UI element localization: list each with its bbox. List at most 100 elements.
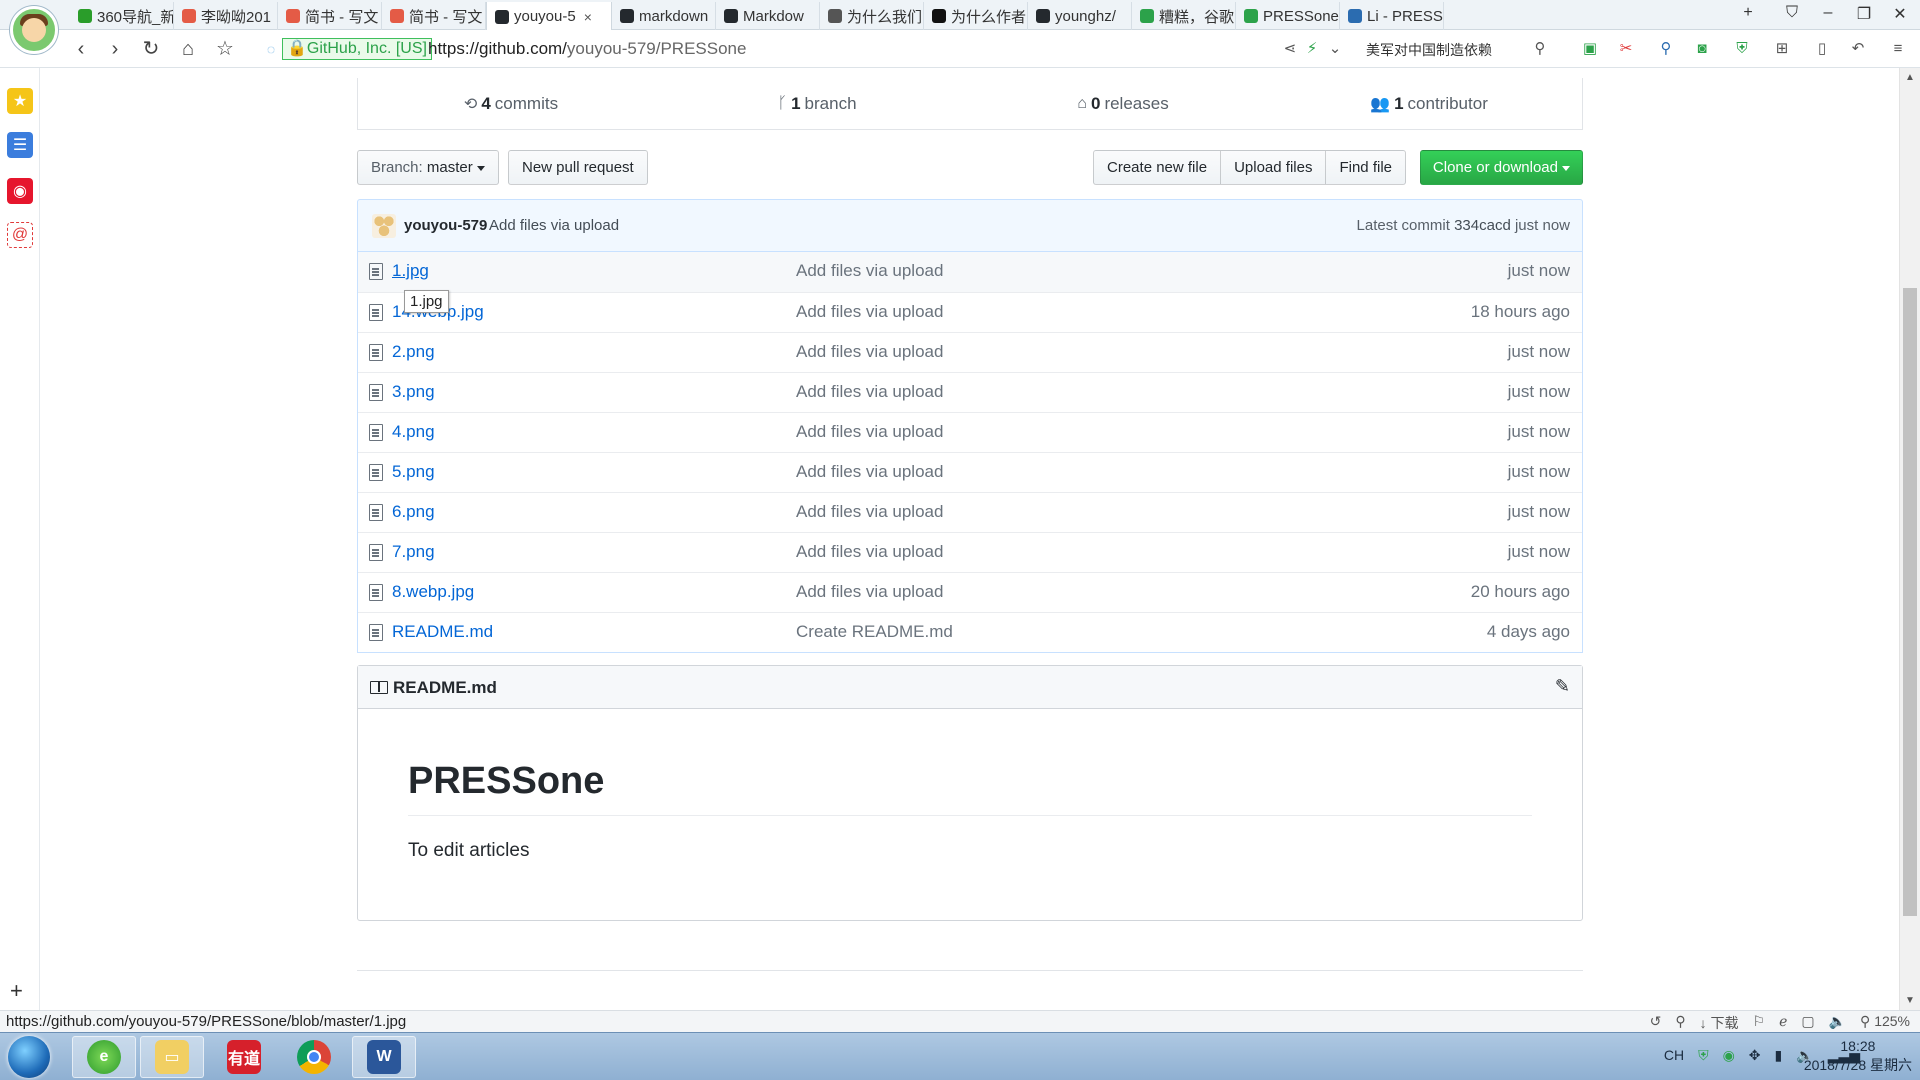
taskbar-chrome[interactable]	[282, 1036, 346, 1078]
scrollbar-thumb[interactable]	[1903, 288, 1917, 916]
browser-tab[interactable]: younghz/	[1028, 2, 1132, 30]
browser-tab[interactable]: Markdow	[716, 2, 820, 30]
lightning-icon[interactable]: ⚡	[1302, 39, 1322, 59]
restore-button[interactable]: ❐	[1852, 4, 1876, 24]
taskbar-explorer[interactable]: ▭	[140, 1036, 204, 1078]
author-avatar[interactable]	[372, 214, 396, 238]
file-commit-message[interactable]: Add files via upload	[796, 261, 943, 281]
pin-icon[interactable]: ⚲	[1675, 1013, 1685, 1033]
file-name-link[interactable]: 8.webp.jpg	[392, 582, 474, 602]
file-name-link[interactable]: 7.png	[392, 542, 435, 562]
network-cross-icon[interactable]: ✥	[1749, 1047, 1761, 1064]
news-ticker[interactable]: 美军对中国制造依赖	[1366, 40, 1492, 60]
shield-check-icon[interactable]: ⛨	[1732, 39, 1752, 59]
magnifier-tool-icon[interactable]: ⚲	[1656, 39, 1676, 59]
file-commit-message[interactable]: Add files via upload	[796, 422, 943, 442]
commit-author[interactable]: youyou-579	[404, 217, 487, 234]
browser-tab[interactable]: Li - PRESS	[1340, 2, 1444, 30]
flag-icon[interactable]: ⚐	[1753, 1013, 1766, 1033]
taskbar-360-browser[interactable]: e	[72, 1036, 136, 1078]
file-commit-message[interactable]: Add files via upload	[796, 582, 943, 602]
browser-tab[interactable]: 李呦呦201	[174, 2, 278, 30]
mail-at-icon[interactable]: @	[7, 222, 33, 248]
file-name-link[interactable]: 4.png	[392, 422, 435, 442]
browser-user-avatar[interactable]	[10, 6, 58, 54]
close-window-button[interactable]: ✕	[1888, 4, 1912, 24]
file-name-link[interactable]: 5.png	[392, 462, 435, 482]
file-name-link[interactable]: README.md	[392, 622, 493, 642]
taskbar-youdao[interactable]: 有道	[212, 1036, 276, 1078]
branches-link[interactable]: ᚴ 1 branch	[664, 78, 970, 129]
share-icon[interactable]: ⋖	[1280, 39, 1300, 59]
start-button[interactable]	[8, 1036, 50, 1078]
create-new-file-button[interactable]: Create new file	[1093, 150, 1222, 185]
contributors-link[interactable]: 👥 1 contributor	[1276, 78, 1582, 129]
power-icon[interactable]: ▮	[1775, 1047, 1783, 1064]
browser-tab[interactable]: 为什么作者	[924, 2, 1028, 30]
security-tray-icon[interactable]: ⛨	[1698, 1047, 1709, 1064]
browser-tab[interactable]: 360导航_新	[70, 2, 174, 30]
releases-link[interactable]: ⌂ 0 releases	[970, 78, 1276, 129]
zoom-control[interactable]: ⚲ 125%	[1860, 1013, 1910, 1033]
file-commit-message[interactable]: Add files via upload	[796, 302, 943, 322]
upload-files-button[interactable]: Upload files	[1220, 150, 1327, 185]
browser-tab[interactable]: 糟糕，谷歌	[1132, 2, 1236, 30]
file-commit-message[interactable]: Add files via upload	[796, 462, 943, 482]
apps-grid-icon[interactable]: ⊞	[1772, 39, 1792, 59]
file-commit-message[interactable]: Add files via upload	[796, 502, 943, 522]
weibo-icon[interactable]: ◉	[7, 178, 33, 204]
minimize-button[interactable]: –	[1816, 4, 1840, 22]
reload-icon[interactable]: ↻	[138, 38, 164, 60]
security-shield-icon[interactable]: ◌	[258, 38, 284, 60]
browser-tab[interactable]: youyou-5 ×	[486, 2, 612, 31]
browser-tab[interactable]: PRESSone	[1236, 2, 1340, 30]
new-pull-request-button[interactable]: New pull request	[508, 150, 648, 185]
certificate-badge[interactable]: 🔒GitHub, Inc. [US]	[282, 38, 432, 60]
file-commit-message[interactable]: Create README.md	[796, 622, 953, 642]
volume-icon[interactable]: 🔈	[1829, 1013, 1846, 1033]
page-scrollbar[interactable]: ▲ ▼	[1899, 68, 1920, 1010]
commits-link[interactable]: ⟲ 4 commits	[358, 78, 664, 129]
bookmark-star-icon[interactable]: ☆	[212, 38, 238, 60]
file-name-link[interactable]: 2.png	[392, 342, 435, 362]
new-tab-button[interactable]: +	[1736, 4, 1760, 22]
search-icon[interactable]: ⚲	[1530, 39, 1550, 59]
commit-sha[interactable]: 334cacd	[1454, 217, 1511, 234]
window-icon[interactable]: ▢	[1801, 1013, 1814, 1033]
news-feed-icon[interactable]: ☰	[7, 132, 33, 158]
clone-download-button[interactable]: Clone or download	[1419, 150, 1583, 185]
system-clock[interactable]: 18:28 2018/7/28 星期六	[1804, 1037, 1912, 1075]
commit-message[interactable]: Add files via upload	[489, 217, 619, 234]
skin-icon[interactable]: ⛉	[1780, 4, 1804, 22]
taskbar-word[interactable]: W	[352, 1036, 416, 1078]
scroll-up-icon[interactable]: ▲	[1905, 72, 1915, 83]
ie-mode-icon[interactable]: ℯ	[1779, 1013, 1787, 1033]
file-name-link[interactable]: 6.png	[392, 502, 435, 522]
download-button[interactable]: ↓ 下载	[1700, 1013, 1739, 1033]
favorites-star-icon[interactable]: ★	[7, 88, 33, 114]
file-name-link[interactable]: 1.jpg	[392, 261, 429, 281]
scroll-down-icon[interactable]: ▼	[1905, 995, 1915, 1006]
browser-tab[interactable]: 简书 - 写文	[382, 2, 486, 30]
pencil-edit-icon[interactable]: ✎	[1555, 676, 1570, 697]
browser-tab[interactable]: 简书 - 写文	[278, 2, 382, 30]
input-language[interactable]: CH	[1664, 1047, 1684, 1064]
refresh-ie-icon[interactable]: ↺	[1650, 1013, 1662, 1033]
close-tab-icon[interactable]: ×	[584, 9, 592, 25]
menu-icon[interactable]: ≡	[1888, 39, 1908, 59]
screenshot-scissors-icon[interactable]: ✂	[1616, 39, 1636, 59]
chevron-down-icon[interactable]: ⌄	[1325, 39, 1345, 59]
extension-translate-icon[interactable]: ▣	[1580, 39, 1600, 59]
find-file-button[interactable]: Find file	[1325, 150, 1406, 185]
wechat-tray-icon[interactable]: ◉	[1723, 1047, 1735, 1064]
file-commit-message[interactable]: Add files via upload	[796, 542, 943, 562]
game-controller-icon[interactable]: ◙	[1692, 39, 1712, 59]
add-sidebar-icon[interactable]: +	[10, 978, 23, 1004]
home-icon[interactable]: ⌂	[175, 38, 201, 60]
forward-icon[interactable]: ›	[102, 38, 128, 60]
file-commit-message[interactable]: Add files via upload	[796, 342, 943, 362]
file-name-link[interactable]: 3.png	[392, 382, 435, 402]
browser-tab[interactable]: markdown	[612, 2, 716, 30]
address-input[interactable]: https://github.com/youyou-579/PRESSone	[428, 38, 746, 60]
reading-mode-icon[interactable]: ▯	[1812, 39, 1832, 59]
